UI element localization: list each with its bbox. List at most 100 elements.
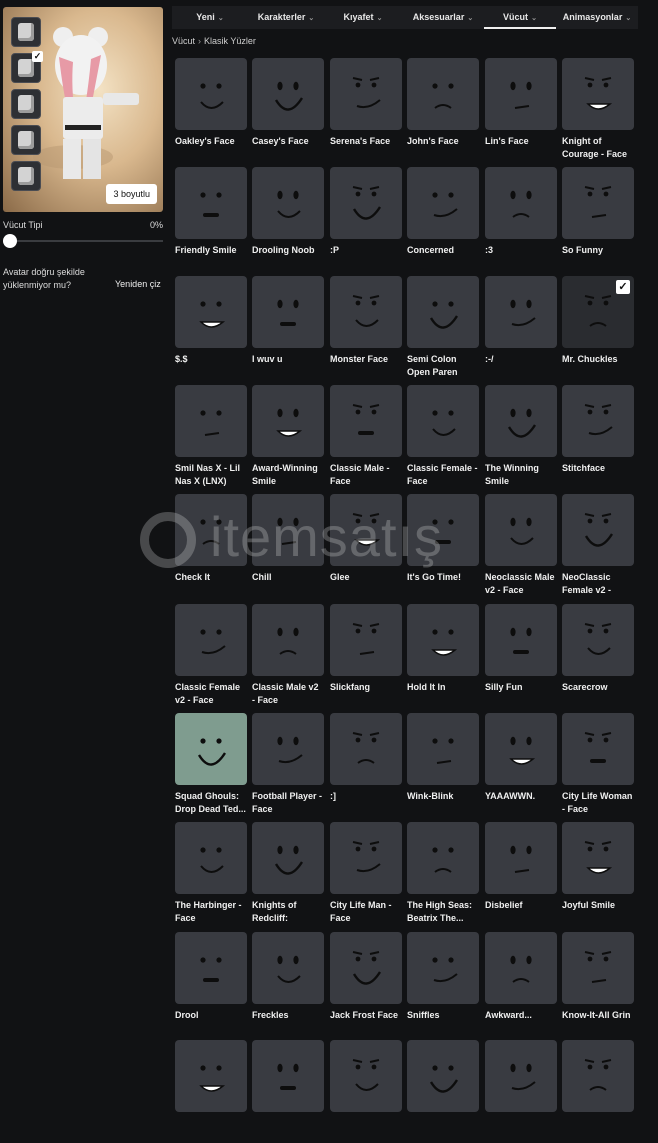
face-thumbnail[interactable] <box>407 1040 479 1112</box>
face-card[interactable]: Check It <box>175 494 247 597</box>
face-card[interactable]: Scarecrow <box>562 604 634 707</box>
face-thumbnail[interactable] <box>175 822 247 894</box>
face-thumbnail[interactable] <box>330 385 402 457</box>
face-card[interactable]: Lin's Face <box>485 58 557 161</box>
view-3d-button[interactable]: 3 boyutlu <box>106 184 157 204</box>
face-thumbnail[interactable] <box>562 494 634 566</box>
face-thumbnail[interactable] <box>485 276 557 348</box>
face-card[interactable]: Neoclassic Male v2 - Face <box>485 494 557 597</box>
face-card[interactable]: John's Face <box>407 58 479 161</box>
tab-kıyafet[interactable]: Kıyafet ⌄ <box>324 6 402 29</box>
face-thumbnail[interactable] <box>330 58 402 130</box>
face-card[interactable]: :] <box>330 713 402 816</box>
face-thumbnail[interactable] <box>407 58 479 130</box>
face-thumbnail[interactable] <box>562 604 634 676</box>
face-thumbnail[interactable] <box>330 932 402 1004</box>
face-card[interactable]: Freckles <box>252 932 324 1035</box>
face-card[interactable]: I wuv u <box>252 276 324 379</box>
tab-vücut[interactable]: Vücut ⌄ <box>484 6 556 29</box>
thumb-leg[interactable] <box>11 125 41 155</box>
thumb-arm[interactable] <box>11 89 41 119</box>
face-thumbnail[interactable] <box>485 385 557 457</box>
face-card[interactable]: Stitchface <box>562 385 634 488</box>
face-card[interactable]: :P <box>330 167 402 270</box>
face-card[interactable]: So Funny <box>562 167 634 270</box>
face-thumbnail[interactable] <box>252 604 324 676</box>
tab-aksesuarlar[interactable]: Aksesuarlar ⌄ <box>402 6 484 29</box>
breadcrumb-parent[interactable]: Vücut <box>172 36 195 46</box>
face-thumbnail[interactable] <box>407 167 479 239</box>
face-card[interactable]: Classic Male - Face <box>330 385 402 488</box>
thumb-head[interactable] <box>11 17 41 47</box>
face-card[interactable] <box>562 1040 634 1143</box>
face-thumbnail[interactable] <box>485 494 557 566</box>
face-thumbnail[interactable] <box>485 713 557 785</box>
face-thumbnail[interactable] <box>252 385 324 457</box>
face-card[interactable]: Knight of Courage - Face <box>562 58 634 161</box>
face-card[interactable]: Know-It-All Grin <box>562 932 634 1035</box>
face-card[interactable]: Classic Female v2 - Face <box>175 604 247 707</box>
face-card[interactable]: Award-Winning Smile <box>252 385 324 488</box>
face-thumbnail[interactable] <box>562 822 634 894</box>
face-card[interactable]: Drool <box>175 932 247 1035</box>
tab-animasyonlar[interactable]: Animasyonlar ⌄ <box>556 6 638 29</box>
face-thumbnail[interactable] <box>407 276 479 348</box>
face-card[interactable]: Classic Male v2 - Face <box>252 604 324 707</box>
face-thumbnail[interactable] <box>252 932 324 1004</box>
face-thumbnail[interactable] <box>407 822 479 894</box>
face-thumbnail[interactable] <box>562 385 634 457</box>
face-thumbnail[interactable]: ✓ <box>562 276 634 348</box>
face-card[interactable]: Serena's Face <box>330 58 402 161</box>
face-thumbnail[interactable] <box>175 1040 247 1112</box>
face-thumbnail[interactable] <box>252 1040 324 1112</box>
face-card[interactable]: :-/ <box>485 276 557 379</box>
face-thumbnail[interactable] <box>175 276 247 348</box>
face-thumbnail[interactable] <box>330 167 402 239</box>
face-thumbnail[interactable] <box>407 604 479 676</box>
face-card[interactable]: Glee <box>330 494 402 597</box>
redraw-link[interactable]: Yeniden çiz <box>115 279 161 289</box>
slider-knob[interactable] <box>3 234 17 248</box>
face-card[interactable]: YAAAWWN. <box>485 713 557 816</box>
face-thumbnail[interactable] <box>175 167 247 239</box>
face-card[interactable]: City Life Woman - Face <box>562 713 634 816</box>
face-thumbnail[interactable] <box>330 494 402 566</box>
face-card[interactable]: Concerned <box>407 167 479 270</box>
face-card[interactable]: Monster Face <box>330 276 402 379</box>
face-card[interactable]: Disbelief <box>485 822 557 925</box>
face-thumbnail[interactable] <box>252 713 324 785</box>
face-thumbnail[interactable] <box>252 167 324 239</box>
avatar-preview[interactable]: ✓ 3 boyutlu <box>3 7 163 212</box>
face-thumbnail[interactable] <box>175 494 247 566</box>
face-card[interactable] <box>330 1040 402 1143</box>
face-card[interactable]: Squad Ghouls: Drop Dead Ted... <box>175 713 247 816</box>
face-thumbnail[interactable] <box>485 1040 557 1112</box>
face-thumbnail[interactable] <box>175 604 247 676</box>
thumb-face[interactable] <box>11 161 41 191</box>
tab-karakterler[interactable]: Karakterler ⌄ <box>248 6 324 29</box>
face-thumbnail[interactable] <box>407 494 479 566</box>
face-thumbnail[interactable] <box>407 932 479 1004</box>
face-card[interactable] <box>175 1040 247 1143</box>
thumb-torso[interactable]: ✓ <box>11 51 43 83</box>
face-thumbnail[interactable] <box>562 167 634 239</box>
face-thumbnail[interactable] <box>562 1040 634 1112</box>
face-thumbnail[interactable] <box>252 276 324 348</box>
face-card[interactable]: Oakley's Face <box>175 58 247 161</box>
face-card[interactable] <box>485 1040 557 1143</box>
face-thumbnail[interactable] <box>252 58 324 130</box>
face-card[interactable]: :3 <box>485 167 557 270</box>
face-thumbnail[interactable] <box>330 822 402 894</box>
face-card[interactable]: Joyful Smile <box>562 822 634 925</box>
face-card[interactable]: It's Go Time! <box>407 494 479 597</box>
face-card[interactable]: Football Player - Face <box>252 713 324 816</box>
face-card[interactable]: Chill <box>252 494 324 597</box>
face-card[interactable]: The Harbinger - Face <box>175 822 247 925</box>
face-thumbnail[interactable] <box>485 167 557 239</box>
face-card[interactable]: Jack Frost Face <box>330 932 402 1035</box>
body-type-slider[interactable] <box>3 234 163 248</box>
face-card[interactable] <box>252 1040 324 1143</box>
face-thumbnail[interactable] <box>407 713 479 785</box>
face-card[interactable]: The Winning Smile <box>485 385 557 488</box>
face-card[interactable]: Classic Female - Face <box>407 385 479 488</box>
